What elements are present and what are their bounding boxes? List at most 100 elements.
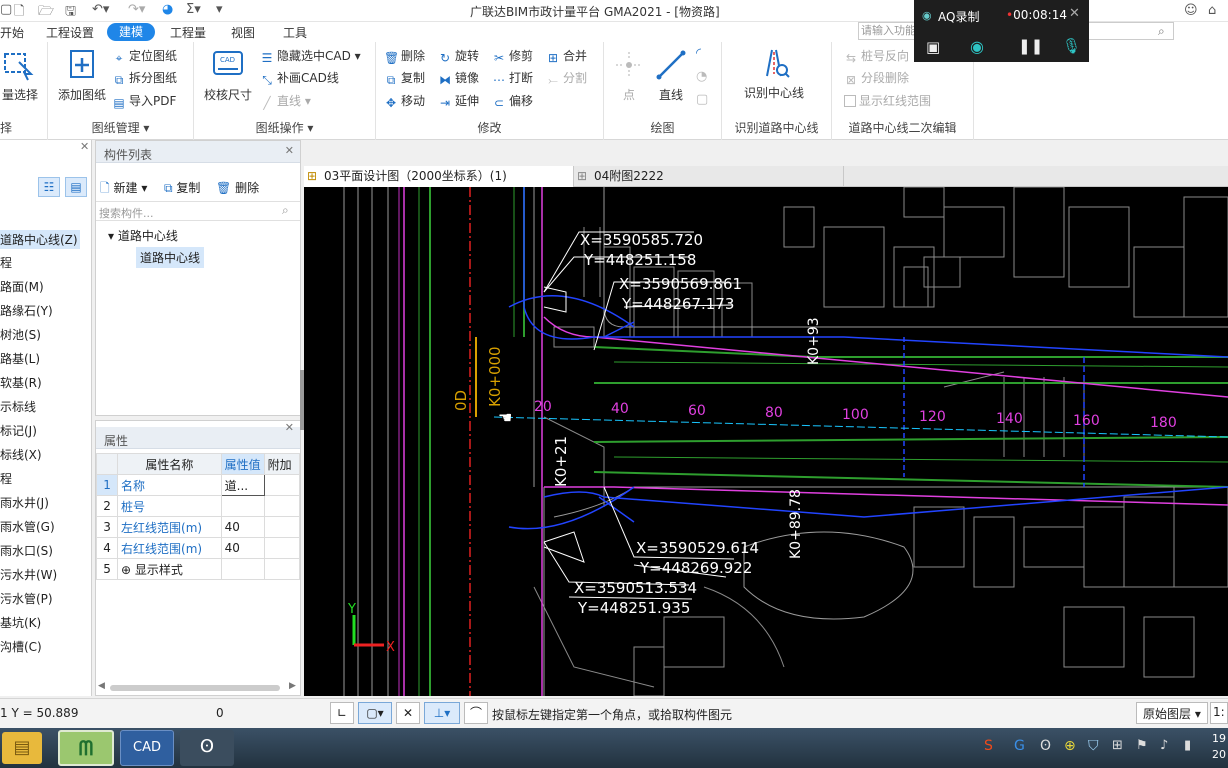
property-value[interactable]: 40 — [220, 537, 265, 559]
dynamic-input-icon[interactable]: ⊥▾ — [424, 702, 460, 724]
tab-view[interactable]: 视图 — [231, 24, 255, 41]
component-type-item[interactable]: 示标线 — [0, 398, 36, 415]
component-type-item[interactable]: 软基(R) — [0, 374, 42, 391]
component-type-item[interactable]: 树池(S) — [0, 326, 41, 343]
component-type-item[interactable]: 雨水口(S) — [0, 542, 53, 559]
property-extra[interactable] — [263, 474, 301, 496]
search-icon[interactable]: ⌕ — [1158, 24, 1165, 39]
detail-view-icon[interactable]: ▤ — [65, 177, 87, 197]
property-row[interactable]: 3 左红线范围(m) 40 — [95, 516, 301, 538]
tab-project-settings[interactable]: 工程设置 — [46, 24, 94, 41]
draw-line-button[interactable]: 直线 — [654, 48, 688, 103]
drawing-tab-plan[interactable]: ⊞ 03平面设计图（2000坐标系）(1) — [304, 166, 574, 187]
identify-centerline-button[interactable]: 识别中心线 — [732, 46, 816, 101]
offset-button[interactable]: ⊂ 偏移 — [492, 92, 533, 110]
user-icon[interactable]: ☺ — [1184, 3, 1198, 18]
tab-quantities[interactable]: 工程量 — [170, 24, 206, 41]
component-type-item[interactable]: 沟槽(C) — [0, 638, 42, 655]
shirt-icon[interactable]: ⌂ — [1208, 3, 1216, 18]
property-value[interactable]: 40 — [220, 516, 265, 538]
tray-shield-icon[interactable]: ⛉ — [1088, 738, 1099, 754]
component-type-item[interactable]: 污水管(P) — [0, 590, 53, 607]
drawing-tab-appendix[interactable]: ⊞ 04附图2222 — [574, 166, 844, 187]
delete-button[interactable]: 🗑 删除 — [384, 47, 425, 65]
layer-selector[interactable]: 原始图层 ▾ — [1136, 702, 1208, 724]
component-type-item[interactable]: 程 — [0, 470, 12, 487]
move-button[interactable]: ✥ 移动 — [384, 92, 425, 110]
tree-node-selected[interactable]: 道路中心线 — [136, 247, 205, 268]
property-row[interactable]: 2 桩号 — [95, 495, 301, 517]
fill-cad-line-button[interactable]: ⤡ 补画CAD线 — [260, 69, 339, 87]
component-type-item[interactable]: 路基(L) — [0, 350, 40, 367]
line-dropdown-button[interactable]: ╱ 直线 ▾ — [260, 92, 310, 110]
property-row[interactable]: 1 名称 道... — [95, 474, 301, 496]
property-extra[interactable] — [263, 516, 301, 538]
mirror-button[interactable]: ⧓ 镜像 — [438, 69, 479, 87]
split-drawing-button[interactable]: ⧉ 拆分图纸 — [112, 69, 177, 87]
tab-tools[interactable]: 工具 — [283, 24, 307, 41]
component-type-item[interactable]: 路缘石(Y) — [0, 302, 53, 319]
tray-s-icon[interactable]: S — [984, 738, 993, 754]
tray-owl-icon[interactable]: ʘ — [1040, 738, 1051, 754]
locate-drawing-button[interactable]: ⌖ 定位图纸 — [112, 47, 177, 65]
show-redline-checkbox[interactable]: 显示红线范围 — [844, 92, 931, 110]
component-type-item[interactable]: 程 — [0, 254, 12, 271]
property-extra[interactable] — [263, 537, 301, 559]
add-drawing-button[interactable]: 添加图纸 — [54, 48, 110, 103]
property-row[interactable]: 4 右红线范围(m) 40 — [95, 537, 301, 559]
sum-icon[interactable]: Σ▾ — [186, 2, 201, 17]
scroll-left-icon[interactable]: ◀ — [98, 681, 105, 691]
expand-icon[interactable]: ⊕ — [121, 563, 135, 577]
tray-browser-icon[interactable]: G — [1014, 738, 1025, 754]
list-view-icon[interactable]: ☷ — [38, 177, 60, 197]
clock-time[interactable]: 19 — [1212, 732, 1226, 745]
property-value[interactable]: 道... — [220, 474, 265, 496]
tray-plus-icon[interactable]: ⊕ — [1064, 738, 1076, 754]
component-type-item[interactable]: 路面(M) — [0, 278, 44, 295]
cross-select-icon[interactable]: ✕ — [396, 702, 420, 724]
property-value[interactable] — [220, 495, 265, 517]
rotate-button[interactable]: ↻ 旋转 — [438, 47, 479, 65]
open-folder-icon[interactable]: 🗁 — [38, 2, 54, 24]
save-icon[interactable]: 🖫 — [65, 2, 76, 24]
search-icon[interactable]: ⌕ — [282, 203, 289, 218]
calibrate-size-button[interactable]: CAD 校核尺寸 — [200, 48, 256, 103]
import-pdf-button[interactable]: ▤ 导入PDF — [112, 92, 176, 110]
merge-button[interactable]: ⊞ 合并 — [546, 47, 587, 65]
property-extra[interactable] — [263, 558, 301, 580]
app-icon[interactable]: ▢ — [0, 2, 12, 17]
scale-selector[interactable]: 1: — [1210, 702, 1228, 724]
component-type-item[interactable]: 雨水管(G) — [0, 518, 55, 535]
component-type-item[interactable]: 标线(X) — [0, 446, 42, 463]
clock-date[interactable]: 20 — [1212, 748, 1226, 761]
component-type-item[interactable]: 污水井(W) — [0, 566, 57, 583]
property-row[interactable]: 5 ⊕ 显示样式 — [95, 558, 301, 580]
cad-app-icon[interactable]: CAD — [120, 730, 174, 766]
recorder-close-icon[interactable]: ✕ — [1069, 6, 1080, 21]
rectangle-icon[interactable]: ▢ — [696, 92, 708, 107]
arc-icon[interactable]: ◜ — [696, 46, 701, 61]
ortho-toggle-icon[interactable]: ∟ — [330, 702, 354, 724]
tree-node-parent[interactable]: ▾ 道路中心线 — [108, 227, 178, 244]
gma-app-icon[interactable]: ᗰ — [58, 730, 114, 766]
circle-icon[interactable]: ◔ — [696, 69, 707, 84]
property-extra[interactable] — [263, 495, 301, 517]
horizontal-scrollbar[interactable] — [110, 685, 280, 691]
new-file-icon[interactable]: 🗋 — [14, 2, 24, 24]
copy-button[interactable]: ⧉ 复制 — [384, 69, 425, 87]
undo-icon[interactable]: ↶▾ — [92, 2, 109, 17]
customize-icon[interactable]: ▾ — [216, 2, 223, 17]
property-value[interactable] — [220, 558, 265, 580]
redo-icon[interactable]: ↷▾ — [128, 2, 145, 17]
draw-point-button[interactable]: 点 — [612, 48, 646, 103]
cloud-icon[interactable]: ◕ — [162, 2, 173, 17]
cad-drawing-canvas[interactable]: X=3590585.720 Y=448251.158 X=3590569.861… — [304, 187, 1228, 696]
delete-component-button[interactable]: 🗑 删除 — [216, 179, 259, 196]
station-reverse-button[interactable]: ⇆ 桩号反向 — [844, 47, 909, 65]
close-icon[interactable]: ✕ — [285, 421, 294, 434]
tab-modeling[interactable]: 建模 — [107, 23, 156, 41]
drawing-management-label[interactable]: 图纸管理 ▾ — [48, 119, 193, 136]
tray-flag-icon[interactable]: ⚑ — [1136, 738, 1148, 753]
recorder-stop-icon[interactable]: ◉ — [970, 37, 984, 56]
segment-delete-button[interactable]: ⊠ 分段删除 — [844, 69, 909, 87]
